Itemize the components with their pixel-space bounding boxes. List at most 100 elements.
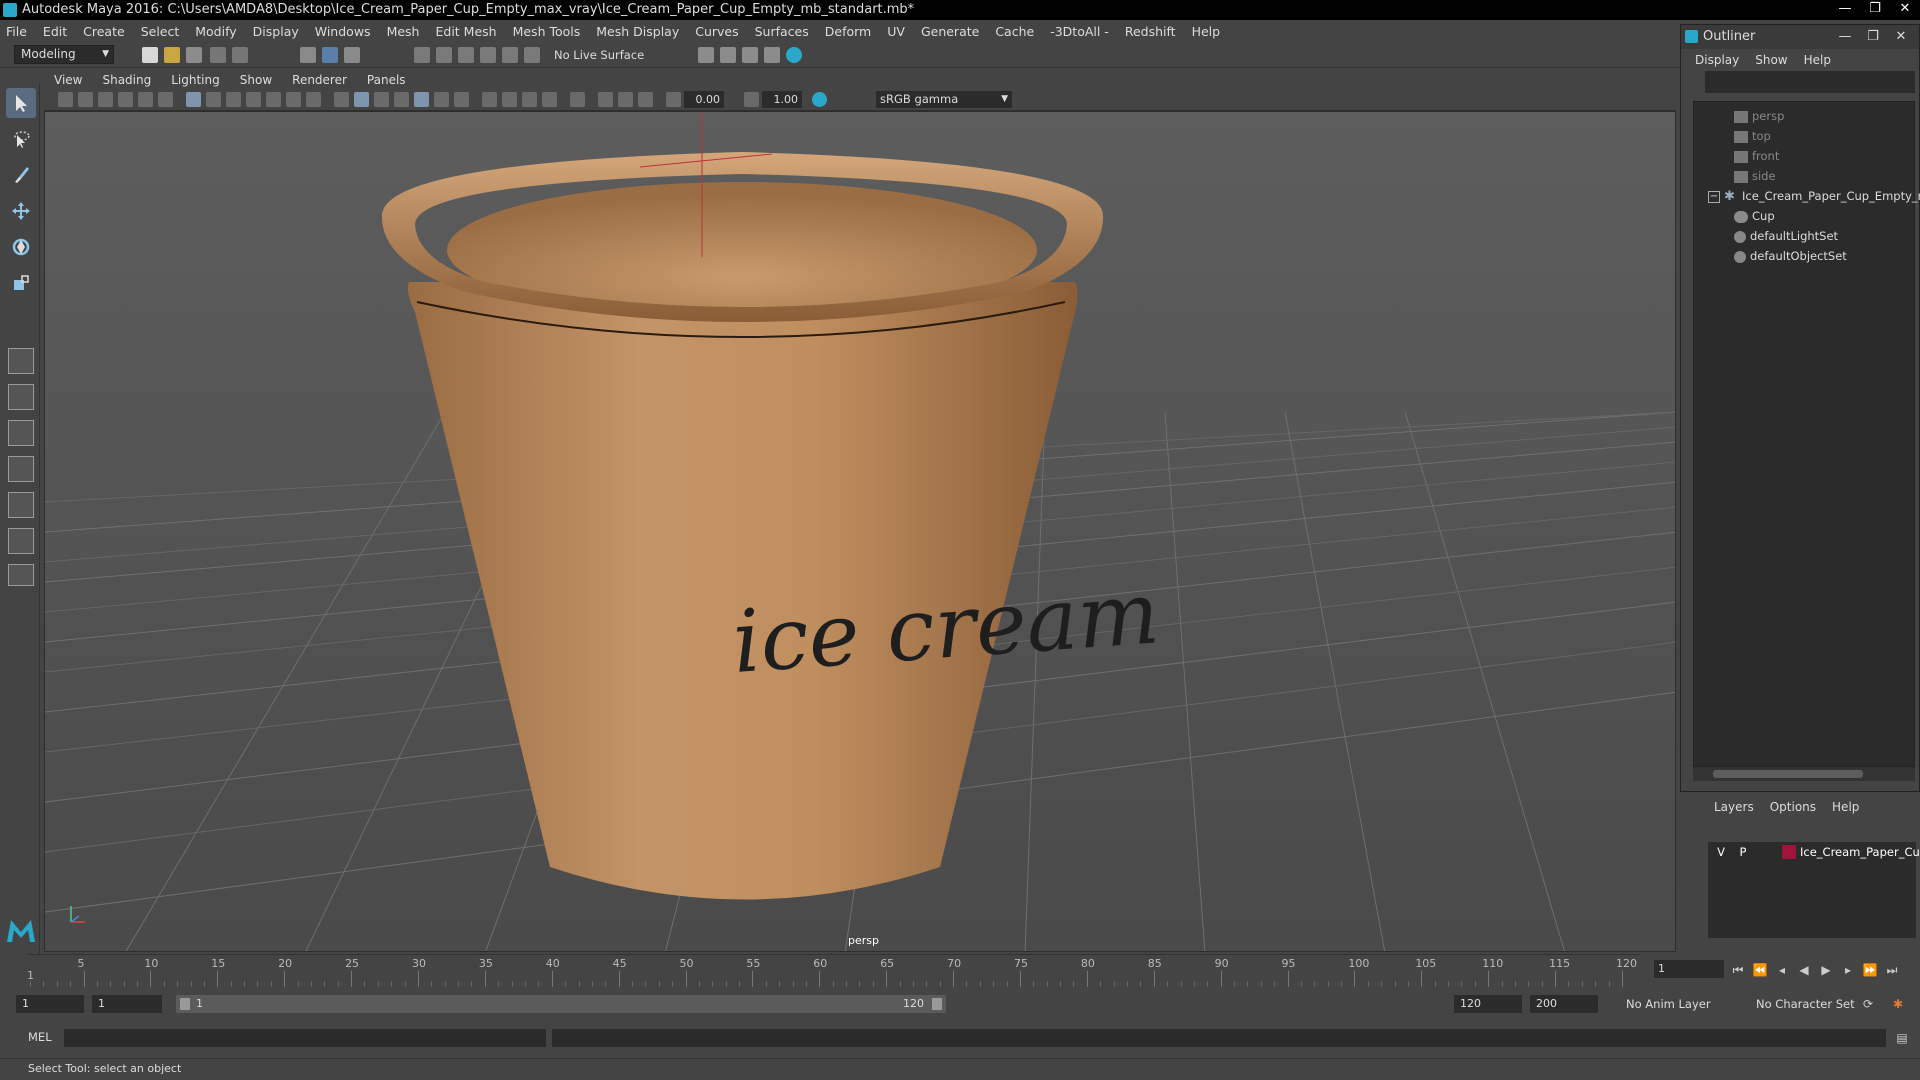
outliner-maximize-button[interactable]: ❐ [1859,25,1887,49]
outliner-menu-help[interactable]: Help [1804,53,1831,67]
xray-joints-icon[interactable] [638,92,653,107]
range-bar[interactable]: 1 120 [176,995,946,1013]
outliner-minimize-button[interactable]: — [1831,25,1859,49]
play-forwards-icon[interactable]: ▶ [1818,962,1834,978]
animation-end-field[interactable]: 200 [1530,995,1598,1013]
menu-generate[interactable]: Generate [921,24,979,39]
camera-select-icon[interactable] [58,92,73,107]
menu-deform[interactable]: Deform [825,24,871,39]
textured-icon[interactable] [414,92,429,107]
grease-pencil-icon[interactable] [158,92,173,107]
open-scene-icon[interactable] [164,47,180,63]
anim-layer-select[interactable]: No Anim Layer [1626,995,1711,1013]
outliner-search-input[interactable] [1705,71,1915,93]
field-chart-icon[interactable] [266,92,281,107]
step-back-frame-icon[interactable]: ⏪ [1752,962,1768,978]
time-ruler[interactable]: 1 5 10 15 20 25 30 35 40 45 50 55 60 65 70 75 80 85 90 95 10… [27,954,1640,987]
menu-file[interactable]: File [6,24,27,39]
outliner-item-front[interactable]: front [1734,146,1779,166]
panel-menu-view[interactable]: View [54,73,82,87]
new-scene-icon[interactable] [142,47,158,63]
exposure-field[interactable]: 0.00 [684,91,724,108]
gamma-field[interactable]: 1.00 [762,91,802,108]
snap-view-plane-icon[interactable] [480,47,496,63]
panel-menu-renderer[interactable]: Renderer [292,73,347,87]
script-language-label[interactable]: MEL [28,1030,52,1044]
select-component-icon[interactable] [344,47,360,63]
menu-modify[interactable]: Modify [195,24,236,39]
paint-select-tool-button[interactable] [6,160,36,190]
outliner-item-default-light-set[interactable]: defaultLightSet [1734,226,1838,246]
smooth-shade-icon[interactable] [354,92,369,107]
outliner-item-cup[interactable]: Cup [1734,206,1775,226]
layer-menu-layers[interactable]: Layers [1714,800,1754,814]
select-hierarchy-icon[interactable] [300,47,316,63]
xray-active-components-icon[interactable] [618,92,633,107]
wireframe-on-shaded-icon[interactable] [394,92,409,107]
layer-menu-options[interactable]: Options [1770,800,1816,814]
menu-mesh[interactable]: Mesh [387,24,420,39]
use-all-lights-icon[interactable] [434,92,449,107]
motion-blur-icon[interactable] [502,92,517,107]
outliner-close-button[interactable]: ✕ [1887,25,1915,49]
go-to-start-icon[interactable]: ⏮ [1730,962,1746,978]
render-view-icon[interactable] [764,47,780,63]
panel-menu-lighting[interactable]: Lighting [171,73,220,87]
play-backwards-icon[interactable]: ◀ [1796,962,1812,978]
outliner-item-top[interactable]: top [1734,126,1771,146]
outliner-horizontal-scrollbar[interactable] [1693,767,1915,781]
range-end-handle[interactable] [932,998,942,1010]
menu-windows[interactable]: Windows [315,24,371,39]
menu-curves[interactable]: Curves [695,24,738,39]
range-start-handle[interactable] [180,998,190,1010]
perspective-viewport[interactable]: ice cream persp [44,111,1676,952]
scrollbar-thumb[interactable] [1713,770,1863,778]
animation-start-field[interactable]: 1 [16,995,84,1013]
maximize-button[interactable]: ❐ [1860,0,1890,20]
animation-preferences-icon[interactable]: ✱ [1890,996,1906,1012]
panel-menu-show[interactable]: Show [240,73,272,87]
outliner-item-side[interactable]: side [1734,166,1776,186]
camera-attributes-icon[interactable] [78,92,93,107]
step-back-key-icon[interactable]: ◂ [1774,962,1790,978]
two-d-pan-zoom-icon[interactable] [138,92,153,107]
persp-outliner-layout-icon[interactable] [8,420,34,446]
snap-surface-icon[interactable] [502,47,518,63]
single-perspective-layout-icon[interactable] [8,348,34,374]
menu-surfaces[interactable]: Surfaces [755,24,809,39]
layer-menu-help[interactable]: Help [1832,800,1859,814]
move-tool-button[interactable] [6,196,36,226]
screen-space-ao-icon[interactable] [482,92,497,107]
rotate-tool-button[interactable] [6,232,36,262]
snap-curve-icon[interactable] [436,47,452,63]
panel-menu-panels[interactable]: Panels [367,73,406,87]
menu-set-selector[interactable]: Modeling ▼ [14,45,114,64]
lasso-tool-button[interactable] [6,124,36,154]
go-to-end-icon[interactable]: ⏭ [1884,962,1900,978]
close-button[interactable]: ✕ [1890,0,1920,20]
default-material-icon[interactable] [374,92,389,107]
minimize-button[interactable]: — [1830,0,1860,20]
menu-help[interactable]: Help [1192,24,1221,39]
redo-icon[interactable] [232,47,248,63]
gamma-icon[interactable] [744,92,759,107]
menu-redshift[interactable]: Redshift [1125,24,1176,39]
safe-action-icon[interactable] [286,92,301,107]
safe-title-icon[interactable] [306,92,321,107]
scale-tool-button[interactable] [6,268,36,298]
outliner-menu-show[interactable]: Show [1755,53,1787,67]
layer-color-swatch[interactable] [1782,845,1796,859]
outliner-item-group[interactable]: − ✱ Ice_Cream_Paper_Cup_Empty_n [1708,186,1920,206]
anti-aliasing-icon[interactable] [522,92,537,107]
command-input[interactable] [64,1029,546,1047]
outliner-item-default-object-set[interactable]: defaultObjectSet [1734,246,1847,266]
menu-3dtoall[interactable]: -3DtoAll - [1050,24,1109,39]
playback-end-field[interactable]: 120 [1454,995,1522,1013]
persp-graph-layout-icon[interactable] [8,456,34,482]
menu-edit[interactable]: Edit [43,24,67,39]
menu-select[interactable]: Select [141,24,180,39]
resolution-gate-icon[interactable] [226,92,241,107]
view-transform-select[interactable]: sRGB gamma ▼ [876,91,1012,108]
color-management-icon[interactable] [812,92,827,107]
bookmark-icon[interactable] [98,92,113,107]
